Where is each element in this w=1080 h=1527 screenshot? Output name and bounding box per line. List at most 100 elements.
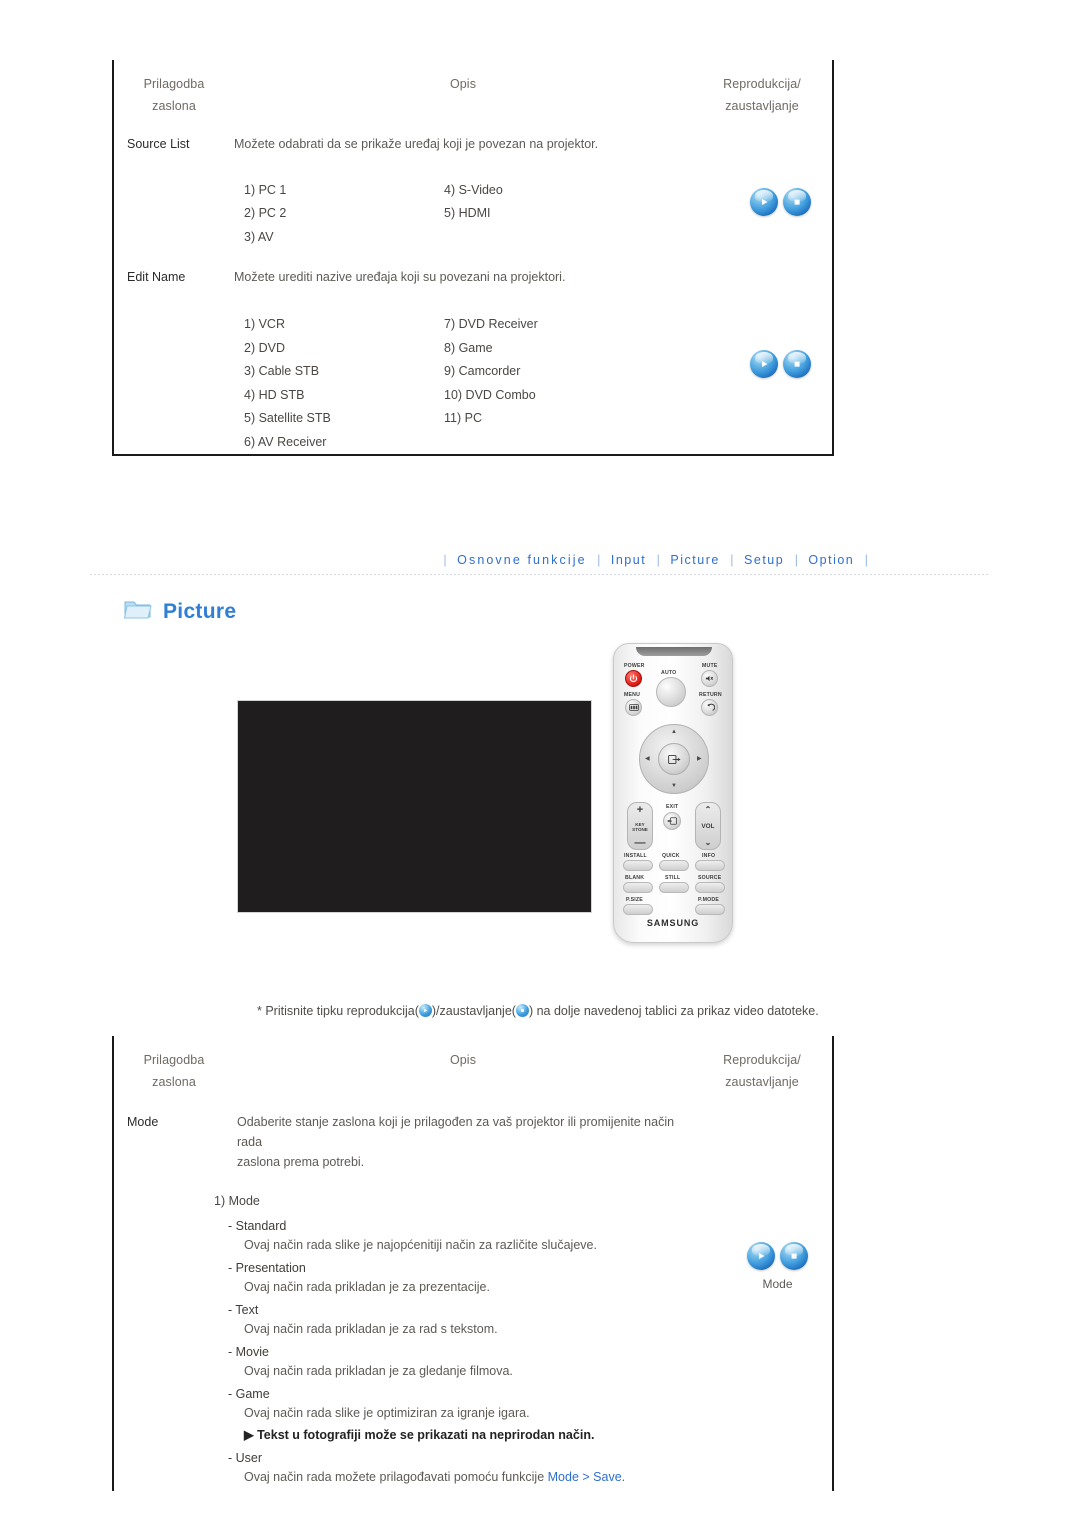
mode-description-pre: Ovaj način rada možete prilagođavati pom… <box>244 1469 548 1484</box>
return-icon <box>706 703 715 711</box>
playstop-controls-mode: Mode <box>747 1242 808 1291</box>
pmode-button[interactable] <box>695 904 725 915</box>
volume-rocker[interactable]: ⌃ VOL ⌄ <box>695 802 721 850</box>
nav-item-option[interactable]: Option <box>808 553 854 567</box>
nav-item-setup[interactable]: Setup <box>744 553 784 567</box>
play-icon-inline <box>418 1004 432 1017</box>
exit-button[interactable] <box>663 812 681 830</box>
dpad-down-arrow[interactable]: ▼ <box>671 783 677 789</box>
nav-item-osnovne-funkcije[interactable]: Osnovne funkcije <box>457 553 587 567</box>
chevron-down-icon: ⌄ <box>704 838 712 847</box>
table-row: Source List Možete odabrati da se prikaž… <box>114 134 832 154</box>
remote-label-quick: QUICK <box>662 853 680 859</box>
mode-save-link[interactable]: Mode > Save <box>548 1470 622 1484</box>
remote-label-psize: P.SIZE <box>626 897 643 903</box>
power-button[interactable] <box>625 670 642 687</box>
picture-table-header: Prilagodba zaslona Opis Reprodukcija/ za… <box>114 1036 832 1098</box>
dpad-left-arrow[interactable]: ◀ <box>645 756 650 762</box>
play-button[interactable] <box>747 1242 775 1270</box>
remote-label-install: INSTALL <box>624 853 647 859</box>
mute-button[interactable] <box>701 670 718 687</box>
mode-description-post: . <box>621 1469 626 1484</box>
enter-button[interactable] <box>658 743 690 775</box>
info-button[interactable] <box>695 860 725 871</box>
nav-separator: | <box>443 553 447 567</box>
mode-description: Ovaj način rada prikladan je za rad s te… <box>244 1321 498 1336</box>
list-item: 6) AV Receiver <box>244 434 327 449</box>
playback-note: * Pritisnite tipku reprodukcija()/zausta… <box>257 1004 819 1018</box>
list-item: 11) PC <box>444 411 482 426</box>
menu-button[interactable] <box>625 699 642 716</box>
nav-item-picture[interactable]: Picture <box>670 553 719 567</box>
remote-label-exit: EXIT <box>666 804 679 810</box>
row-description-line1: Odaberite stanje zaslona koji je prilago… <box>237 1114 675 1149</box>
table-row: Mode Odaberite stanje zaslona koji je pr… <box>114 1112 832 1173</box>
volume-label: VOL <box>701 822 715 830</box>
stop-button[interactable] <box>783 350 811 378</box>
mode-list-heading: 1) Mode <box>214 1193 260 1208</box>
mute-icon <box>705 675 714 682</box>
column-header-description: Opis <box>449 77 477 91</box>
list-item: 7) DVD Receiver <box>444 317 538 332</box>
keystone-rocker[interactable]: + KEY STONE — <box>627 802 653 850</box>
stop-button[interactable] <box>780 1242 808 1270</box>
list-item: 8) Game <box>444 340 493 355</box>
chevron-up-icon: ⌃ <box>704 805 712 814</box>
list-item: 3) Cable STB <box>244 364 320 379</box>
list-item: 5) HDMI <box>444 206 491 220</box>
remote-label-blank: BLANK <box>625 875 645 881</box>
nav-item-input[interactable]: Input <box>611 553 646 567</box>
folder-icon <box>123 597 153 626</box>
table-row: Edit Name Možete urediti nazive uređaja … <box>114 267 832 287</box>
list-item: 2) DVD <box>244 340 285 355</box>
remote-label-mute: MUTE <box>702 663 718 669</box>
remote-label-pmode: P.MODE <box>698 897 719 903</box>
remote-control: POWER AUTO MUTE MENU RETURN ▲ ▼ ◀ ▶ + KE… <box>613 643 733 943</box>
auto-button[interactable] <box>656 677 686 707</box>
remote-label-return: RETURN <box>699 692 722 698</box>
psize-button[interactable] <box>623 904 653 915</box>
list-item: 9) Camcorder <box>444 364 521 379</box>
input-table-header: Prilagodba zaslona Opis Reprodukcija/ za… <box>114 60 832 122</box>
column-header-adjustment: Prilagodba zaslona <box>143 77 205 113</box>
column-header-playstop: Reprodukcija/ zaustavljanje <box>723 77 801 113</box>
row-description-line2: zaslona prema potrebi. <box>237 1155 365 1170</box>
playstop-controls-source-list <box>750 188 811 216</box>
remote-label-info: INFO <box>702 853 716 859</box>
mode-description: Ovaj način rada prikladan je za gledanje… <box>244 1363 513 1378</box>
mode-description: Ovaj način rada slike je optimiziran za … <box>244 1405 530 1420</box>
dpad-right-arrow[interactable]: ▶ <box>697 756 702 762</box>
nav-separator: | <box>864 553 868 567</box>
remote-label-source: SOURCE <box>698 875 722 881</box>
options-column-1: 1) PC 1 2) PC 2 3) AV <box>244 178 444 249</box>
mode-name: - Text <box>228 1302 259 1317</box>
options-column-2: 4) S-Video 5) HDMI <box>444 178 694 249</box>
play-icon <box>750 188 778 216</box>
install-button[interactable] <box>623 860 653 871</box>
column-header-description: Opis <box>449 1053 477 1067</box>
column-header-adjustment: Prilagodba zaslona <box>143 1053 205 1089</box>
blank-button[interactable] <box>623 882 653 893</box>
note-text-part1: * Pritisnite tipku reprodukcija( <box>257 1004 419 1018</box>
keystone-icon: KEY STONE <box>632 822 648 832</box>
stop-button[interactable] <box>783 188 811 216</box>
edit-name-options: 1) VCR 2) DVD 3) Cable STB 4) HD STB 5) … <box>114 313 832 454</box>
section-navigation: | Osnovne funkcije | Input | Picture | S… <box>0 553 1080 567</box>
play-button[interactable] <box>750 350 778 378</box>
dpad-up-arrow[interactable]: ▲ <box>671 729 677 735</box>
page-title: Picture <box>123 597 236 626</box>
remote-label-auto: AUTO <box>661 670 677 676</box>
plus-icon: + <box>636 804 644 816</box>
source-button[interactable] <box>695 882 725 893</box>
return-button[interactable] <box>701 699 718 716</box>
quick-button[interactable] <box>659 860 689 871</box>
mode-description: Ovaj način rada prikladan je za prezenta… <box>244 1279 490 1294</box>
remote-label-menu: MENU <box>624 692 641 698</box>
nav-separator: | <box>597 553 601 567</box>
note-text-part3: ) na dolje navedenoj tablici za prikaz v… <box>528 1004 819 1018</box>
list-item: 2) PC 2 <box>244 206 287 220</box>
brand-logo: SAMSUNG <box>646 918 700 928</box>
still-button[interactable] <box>659 882 689 893</box>
play-button[interactable] <box>750 188 778 216</box>
row-label-source-list: Source List <box>127 136 190 151</box>
